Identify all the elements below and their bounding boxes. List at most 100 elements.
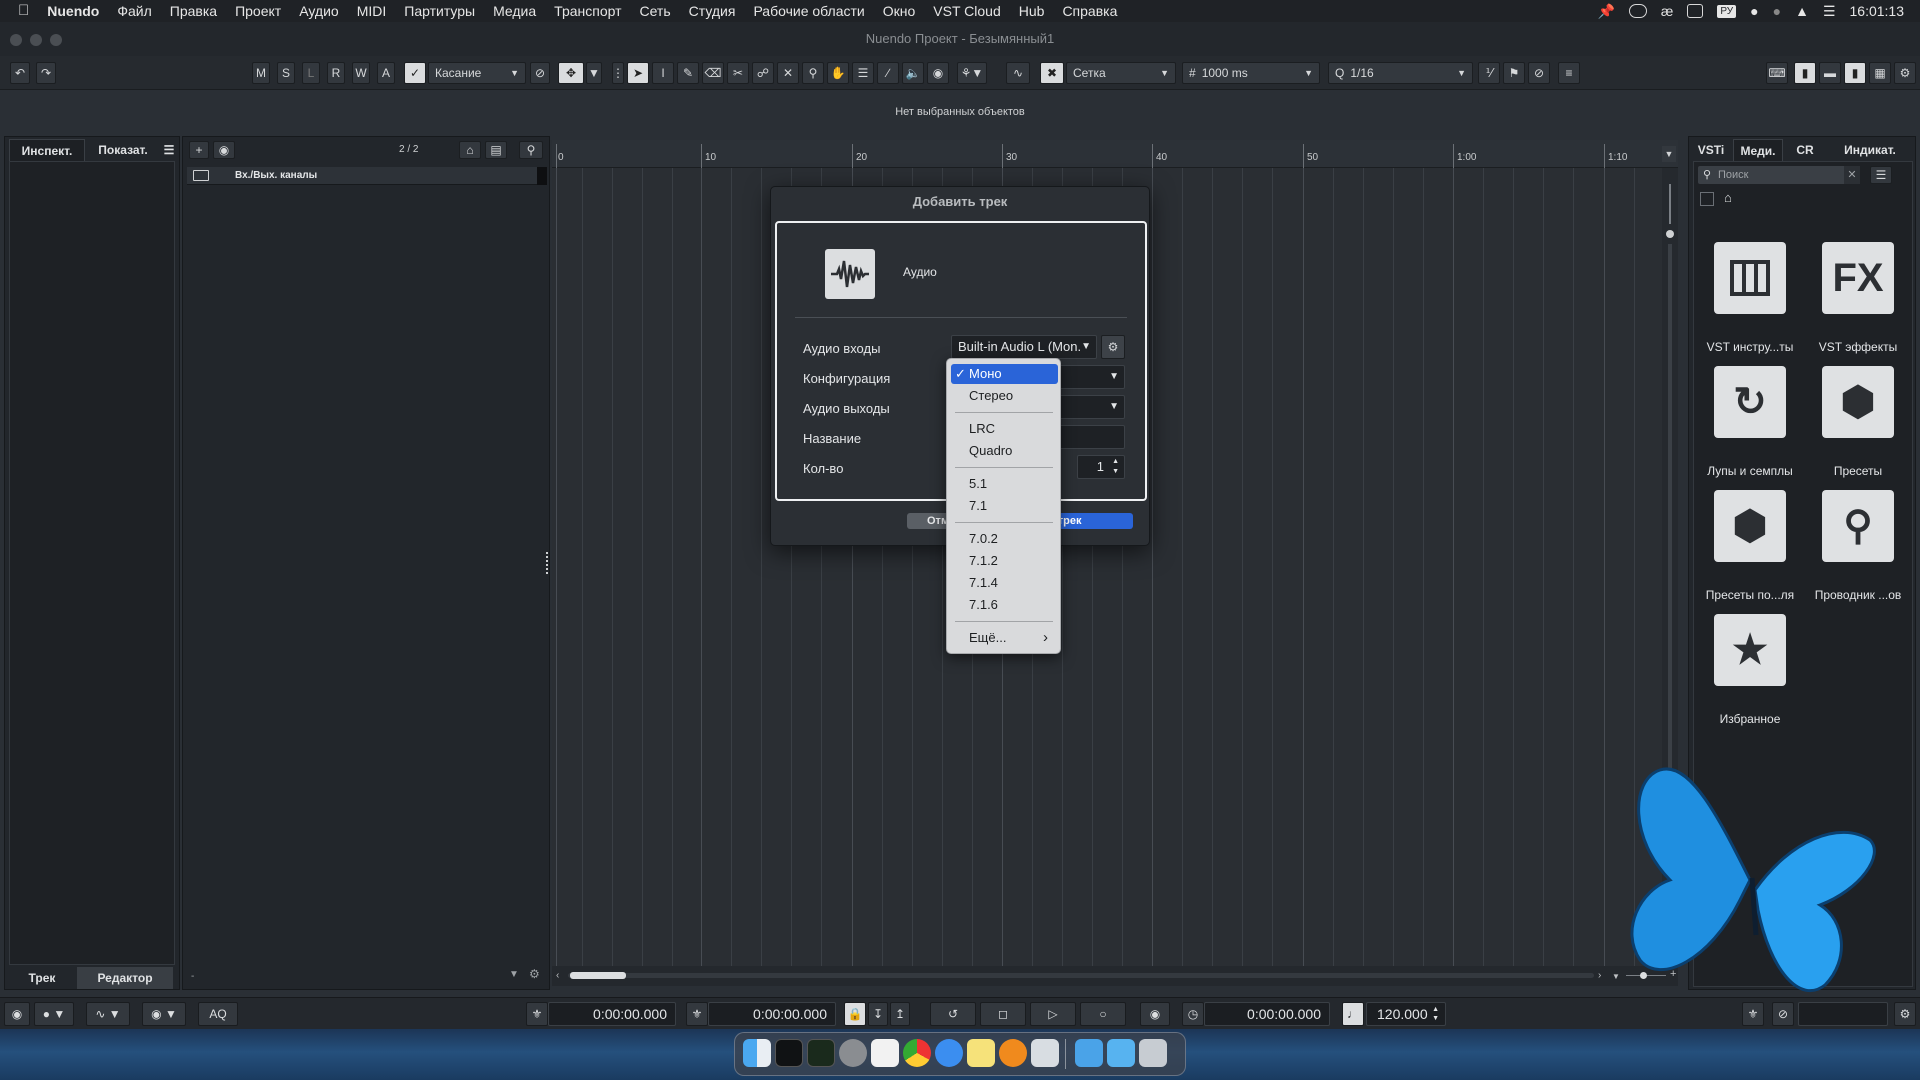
stop-icon[interactable]: ◻ xyxy=(980,1002,1026,1026)
menu-window[interactable]: Окно xyxy=(874,0,925,22)
horizontal-scroll-thumb[interactable] xyxy=(570,972,626,979)
menu-item-stereo[interactable]: Стерео xyxy=(951,386,1058,406)
tab-editor[interactable]: Редактор xyxy=(77,967,173,989)
object-selection-tool-icon[interactable]: ➤ xyxy=(627,62,649,84)
redo-icon[interactable]: ↷ xyxy=(36,62,56,84)
menu-midi[interactable]: MIDI xyxy=(348,0,396,22)
app-icon[interactable] xyxy=(1031,1039,1059,1067)
left-locator-time[interactable]: 0:00:00.000 xyxy=(548,1002,676,1026)
menu-transport[interactable]: Транспорт xyxy=(545,0,630,22)
constrain-icon[interactable]: ⊘ xyxy=(1772,1002,1794,1026)
keyboard-toggle-icon[interactable]: ⌨ xyxy=(1766,62,1788,84)
notes-icon[interactable] xyxy=(967,1039,995,1067)
pin-icon[interactable]: 📌 xyxy=(1597,3,1614,20)
menu-network[interactable]: Сеть xyxy=(631,0,680,22)
menu-audio[interactable]: Аудио xyxy=(290,0,348,22)
system-preferences-icon[interactable] xyxy=(839,1039,867,1067)
automation-state-button[interactable]: A xyxy=(377,62,395,84)
menu-item-5-1[interactable]: 5.1 xyxy=(951,474,1058,494)
edit-mode-dropdown[interactable]: ▼ xyxy=(586,62,602,84)
menu-project[interactable]: Проект xyxy=(226,0,290,22)
media-search-input[interactable]: ⚲ Поиск ✕ xyxy=(1698,166,1860,184)
user-preset-icon[interactable]: ⬢ xyxy=(1714,490,1786,562)
tab-track[interactable]: Трек xyxy=(9,967,75,989)
tab-inspector[interactable]: Инспект. xyxy=(9,139,85,161)
toolbar-handle[interactable]: ⋮ xyxy=(612,62,624,84)
shield-icon[interactable]: ▲ xyxy=(1795,3,1809,19)
draw-tool-icon[interactable]: ✎ xyxy=(677,62,699,84)
menu-media[interactable]: Медиа xyxy=(484,0,545,22)
layout-icon[interactable]: ▦ xyxy=(1869,62,1891,84)
right-locator-time[interactable]: 0:00:00.000 xyxy=(708,1002,836,1026)
terminal-icon[interactable] xyxy=(775,1039,803,1067)
quantize-reset-icon[interactable]: ⊘ xyxy=(1528,62,1550,84)
position-time[interactable]: 0:00:00.000 xyxy=(1204,1002,1330,1026)
star-icon[interactable]: ★ xyxy=(1714,614,1786,686)
chrome-icon[interactable] xyxy=(903,1039,931,1067)
left-locator-icon[interactable]: ⚜ xyxy=(526,1002,548,1026)
automation-mode-select[interactable]: Касание ▼ xyxy=(428,62,526,84)
time-display-icon[interactable]: ◷ xyxy=(1182,1002,1204,1026)
record-mode-icon[interactable]: ● ▼ xyxy=(34,1002,74,1026)
zoom-tool-icon[interactable]: ⚲ xyxy=(802,62,824,84)
marker-icon[interactable]: ⚜ xyxy=(1742,1002,1764,1026)
menu-hub[interactable]: Hub xyxy=(1010,0,1054,22)
menu-item-7-1-4[interactable]: 7.1.4 xyxy=(951,573,1058,593)
quantize-apply-icon[interactable]: ⚑ xyxy=(1503,62,1525,84)
edit-mode-icon[interactable]: ✥ xyxy=(558,62,584,84)
add-track-options-icon[interactable]: ◉ xyxy=(213,141,235,159)
privacy-icon[interactable]: ● xyxy=(1773,3,1781,19)
undo-icon[interactable]: ↶ xyxy=(10,62,30,84)
text-edit-icon[interactable] xyxy=(871,1039,899,1067)
loop-icon[interactable]: ↻ xyxy=(1714,366,1786,438)
zoom-dropdown-icon[interactable]: ▼ xyxy=(509,969,519,980)
tab-meters[interactable]: Индикат. xyxy=(1827,139,1913,161)
trash-icon[interactable] xyxy=(1139,1039,1167,1067)
keyboard-icon[interactable] xyxy=(1687,4,1704,18)
media-back-checkbox[interactable] xyxy=(1700,192,1714,206)
menu-studio[interactable]: Студия xyxy=(680,0,745,22)
auto-scroll-icon[interactable]: ∿ xyxy=(1006,62,1030,84)
media-home-icon[interactable]: ⌂ xyxy=(1724,190,1732,205)
hand-tool-icon[interactable]: ✋ xyxy=(827,62,849,84)
lower-zone-toggle-icon[interactable]: ▬ xyxy=(1819,62,1841,84)
nudge-icon[interactable]: ⚘▼ xyxy=(957,62,987,84)
menu-item-7-1[interactable]: 7.1 xyxy=(951,496,1058,516)
aq-button[interactable]: AQ xyxy=(198,1002,238,1026)
tab-show[interactable]: Показат. xyxy=(87,139,159,161)
ruler-dropdown-icon[interactable]: ▼ xyxy=(1662,146,1676,162)
home-icon[interactable]: ⌂ xyxy=(459,141,481,159)
quantize-select[interactable]: Q 1/16 ▼ xyxy=(1328,62,1473,84)
play-tool-icon[interactable]: 🔈 xyxy=(902,62,924,84)
zone-divider-handle[interactable] xyxy=(546,552,550,574)
sync-icon[interactable]: ◉ xyxy=(1140,1002,1170,1026)
control-center-icon[interactable]: ☰ xyxy=(1823,3,1836,20)
split-tool-icon[interactable]: ✂ xyxy=(727,62,749,84)
menu-vst-cloud[interactable]: VST Cloud xyxy=(924,0,1009,22)
tempo-track-icon[interactable]: ♩ xyxy=(1342,1002,1364,1026)
fx-icon[interactable]: FX xyxy=(1822,242,1894,314)
listen-state-button[interactable]: L xyxy=(302,62,320,84)
cycle-icon[interactable]: ↺ xyxy=(930,1002,976,1026)
transport-right-field[interactable] xyxy=(1798,1002,1888,1026)
inspector-menu-icon[interactable]: ☰ xyxy=(161,139,177,161)
audio-track-type-button[interactable] xyxy=(825,249,875,299)
constrain-delay-icon[interactable]: ⊘ xyxy=(530,62,550,84)
activity-monitor-icon[interactable] xyxy=(807,1039,835,1067)
audio-inputs-select[interactable]: Built-in Audio L (Mon. ▼ xyxy=(951,335,1097,359)
apple-icon[interactable]:  xyxy=(0,0,38,22)
left-zone-toggle-icon[interactable]: ▮ xyxy=(1794,62,1816,84)
mute-state-button[interactable]: M xyxy=(252,62,270,84)
finder-icon[interactable] xyxy=(743,1039,771,1067)
activate-project-icon[interactable]: ◉ xyxy=(4,1002,30,1026)
horizontal-scrollbar[interactable] xyxy=(568,973,1594,978)
menu-item-mono[interactable]: ✓ Моно xyxy=(951,364,1058,384)
punch-in-icon[interactable]: ↧ xyxy=(868,1002,888,1026)
hexagons-icon[interactable]: ⬢ xyxy=(1822,366,1894,438)
menu-item-more[interactable]: Ещё... › xyxy=(951,628,1058,648)
record-icon[interactable]: ○ xyxy=(1080,1002,1126,1026)
applications-folder-icon[interactable] xyxy=(1107,1039,1135,1067)
right-locator-icon[interactable]: ⚜ xyxy=(686,1002,708,1026)
scroll-left-icon[interactable]: ‹ xyxy=(556,970,559,981)
tempo-field[interactable]: 120.000 ▲ ▼ xyxy=(1366,1002,1446,1026)
